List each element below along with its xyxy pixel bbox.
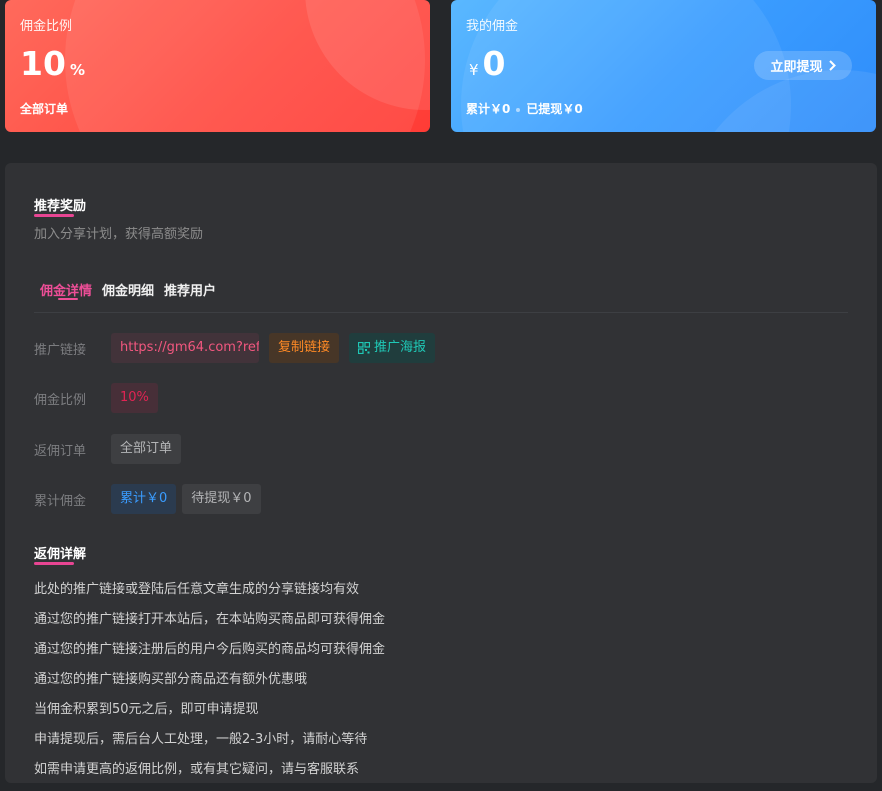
list-item: 此处的推广链接或登陆后任意文章生成的分享链接均有效 bbox=[34, 582, 360, 597]
reward-section-description: 加入分享计划，获得高额奖励 bbox=[34, 227, 204, 242]
commission-rate-value-group: 10% bbox=[20, 44, 85, 83]
title-underline bbox=[34, 562, 74, 565]
promo-poster-label: 推广海报 bbox=[374, 340, 427, 355]
my-commission-title: 我的佣金 bbox=[466, 19, 519, 34]
my-commission-value: 0 bbox=[482, 44, 506, 83]
currency-symbol: ¥ bbox=[469, 61, 479, 79]
commission-rate-title: 佣金比例 bbox=[20, 19, 73, 34]
rules-list: 此处的推广链接或登陆后任意文章生成的分享链接均有效 通过您的推广链接打开本站后，… bbox=[34, 581, 385, 791]
total-commission-tag: 累计￥0 bbox=[111, 484, 177, 514]
total-commission-row: 累计佣金 累计￥0 待提现￥0 bbox=[34, 484, 271, 514]
tab-divider bbox=[34, 312, 848, 313]
list-item: 如需申请更高的返佣比例，或有其它疑问，请与客服联系 bbox=[34, 762, 360, 777]
rebate-orders-label: 返佣订单 bbox=[34, 443, 87, 459]
commission-rate-row: 佣金比例 10% bbox=[34, 383, 168, 413]
withdraw-button-label: 立即提现 bbox=[770, 60, 823, 75]
chevron-right-icon bbox=[828, 60, 836, 71]
commission-rate-card: 佣金比例 10% 全部订单 bbox=[5, 0, 430, 132]
tab-referred-users[interactable]: 推荐用户 bbox=[164, 280, 216, 299]
commission-rate-value: 10 bbox=[20, 44, 66, 83]
qrcode-icon bbox=[358, 342, 371, 354]
rebate-orders-tag: 全部订单 bbox=[111, 434, 182, 464]
withdrawn-text: 已提现￥0 bbox=[526, 102, 583, 116]
list-item: 通过您的推广链接打开本站后，在本站购买商品即可获得佣金 bbox=[34, 612, 386, 627]
referral-panel: 推荐奖励 加入分享计划，获得高额奖励 佣金详情 佣金明细 推荐用户 推广链接 h… bbox=[5, 163, 877, 783]
tab-commission-records[interactable]: 佣金明细 bbox=[102, 280, 154, 299]
total-commission-text: 累计￥0 bbox=[466, 102, 511, 116]
promo-poster-button[interactable]: 推广海报 bbox=[349, 333, 436, 363]
promo-link-value[interactable]: https://gm64.com?ref=1 bbox=[111, 333, 259, 363]
promo-link-row: 推广链接 https://gm64.com?ref=1 复制链接 推广海报 bbox=[34, 333, 445, 363]
list-item: 通过您的推广链接购买部分商品还有额外优惠哦 bbox=[34, 672, 308, 687]
reward-section-title: 推荐奖励 bbox=[34, 199, 87, 214]
my-commission-value-group: ¥0 bbox=[466, 44, 506, 83]
list-item: 申请提现后，需后台人工处理，一般2-3小时，请耐心等待 bbox=[34, 732, 368, 747]
commission-rate-subtitle: 全部订单 bbox=[20, 102, 69, 116]
list-item: 通过您的推广链接注册后的用户今后购买的商品均可获得佣金 bbox=[34, 642, 386, 657]
rules-section-title: 返佣详解 bbox=[34, 547, 87, 562]
title-underline bbox=[34, 214, 74, 217]
commission-rate-unit: % bbox=[69, 61, 85, 79]
total-commission-label: 累计佣金 bbox=[34, 493, 87, 509]
active-tab-indicator bbox=[58, 298, 78, 300]
my-commission-card: 我的佣金 ¥0 累计￥0 已提现￥0 立即提现 bbox=[451, 0, 876, 132]
rebate-orders-row: 返佣订单 全部订单 bbox=[34, 434, 191, 464]
tab-bar: 佣金详情 佣金明细 推荐用户 bbox=[40, 280, 216, 299]
commission-rate-label: 佣金比例 bbox=[34, 392, 87, 408]
copy-link-button[interactable]: 复制链接 bbox=[269, 333, 340, 363]
tab-commission-details[interactable]: 佣金详情 bbox=[40, 280, 92, 299]
commission-rate-tag: 10% bbox=[111, 383, 158, 413]
promo-link-label: 推广链接 bbox=[34, 342, 87, 358]
separator-dot bbox=[516, 107, 521, 112]
pending-withdrawal-tag: 待提现￥0 bbox=[182, 484, 261, 514]
my-commission-summary: 累计￥0 已提现￥0 bbox=[466, 100, 583, 117]
list-item: 当佣金积累到50元之后，即可申请提现 bbox=[34, 702, 259, 717]
withdraw-button[interactable]: 立即提现 bbox=[754, 51, 852, 80]
